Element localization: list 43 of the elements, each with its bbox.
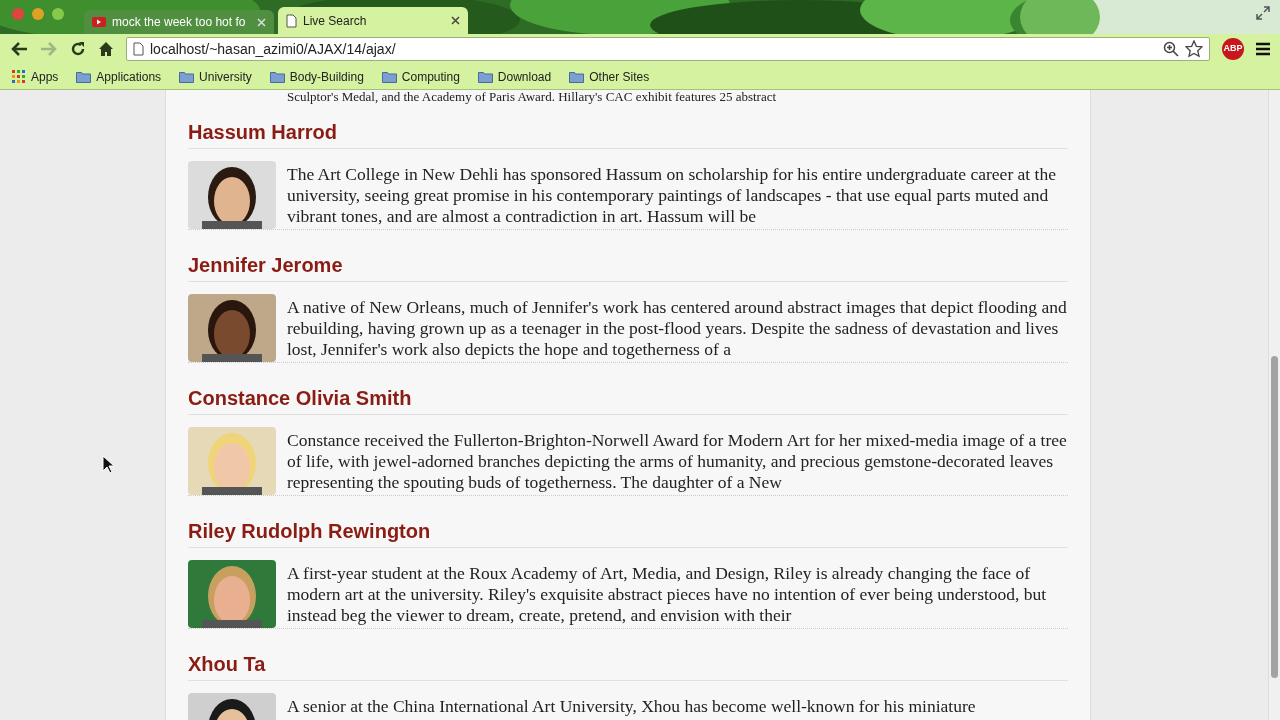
star-icon[interactable]	[1185, 40, 1203, 58]
folder-icon	[179, 70, 195, 83]
artist-name[interactable]: Constance Olivia Smith	[188, 386, 1068, 415]
artist-bio: Sculptor's Medal, and the Academy of Paris Award. Hillary's CAC exhibit features 25 abstract	[286, 90, 778, 104]
address-bar[interactable]: localhost/~hasan_azimi0/AJAX/14/ajax/	[126, 37, 1210, 61]
artist-name[interactable]: Jennifer Jerome	[188, 253, 1068, 282]
bookmark-item[interactable]: Download	[477, 67, 552, 86]
video-icon	[92, 17, 106, 27]
zoom-in-icon[interactable]	[1163, 41, 1179, 57]
artist-bio: A native of New Orleans, much of Jennifer's work has centered around abstract images that depict flooding and rebuilding, having grown up as a teenager in the post-flood years. Despite the sadness of devastation and lives lost, Jennifer's work also depicts the hope and togetherness of a	[287, 296, 1068, 361]
artist-bio: A senior at the China International Art University, Xhou has become well-known for his miniature	[287, 695, 977, 718]
browser-tab[interactable]: mock the week too hot fo	[84, 10, 274, 34]
artist-name[interactable]: Hassum Harrod	[188, 120, 1068, 149]
bookmark-item[interactable]: Computing	[381, 67, 460, 86]
folder-icon	[381, 70, 397, 83]
fullscreen-icon[interactable]	[1256, 6, 1270, 20]
close-icon[interactable]	[451, 16, 460, 25]
home-icon[interactable]	[98, 41, 114, 57]
bookmark-item[interactable]: Body-Building	[269, 67, 364, 86]
reload-icon[interactable]	[70, 41, 86, 57]
page-icon	[286, 13, 297, 28]
apps-grid-icon	[12, 69, 26, 84]
bookmark-item[interactable]: Applications	[76, 67, 162, 86]
mouse-cursor-icon	[102, 455, 115, 474]
folder-icon	[477, 70, 493, 83]
adblock-badge[interactable]: ABP	[1222, 38, 1244, 60]
bookmark-item[interactable]: Apps	[12, 67, 59, 86]
artist-name[interactable]: Riley Rudolph Rewington	[188, 519, 1068, 548]
url-text: localhost/~hasan_azimi0/AJAX/14/ajax/	[150, 39, 397, 59]
menu-icon[interactable]	[1256, 42, 1270, 56]
folder-icon	[76, 70, 92, 83]
browser-tab[interactable]: Live Search	[278, 7, 468, 34]
artist-name[interactable]: Xhou Ta	[188, 652, 1068, 681]
back-arrow-icon[interactable]	[10, 41, 28, 57]
artist-bio: A first-year student at the Roux Academy of Art, Media, and Design, Riley is already changing the face of modern art at the university. Riley's exquisite abstract pieces have no intention of ever being understood, but instead beg the viewer to dream, create, pretend, and envision with their	[287, 562, 1048, 627]
folder-icon	[569, 70, 585, 83]
bookmark-item[interactable]: Other Sites	[569, 67, 650, 86]
scrollbar-thumb[interactable]	[1271, 356, 1278, 678]
artist-bio: The Art College in New Dehli has sponsored Hassum on scholarship for his entire undergraduate career at the university, seeing great promise in his contemporary paintings of landscapes - that use equal parts muted and vibrant tones, and are almost a contradiction in art. Hassum will be	[287, 163, 1057, 228]
folder-icon	[269, 70, 285, 83]
page-icon	[133, 42, 144, 56]
artist-bio: Constance received the Fullerton-Brighton-Norwell Award for Modern Art for her mixed-media image of a tree of life, with jewel-adorned branches depicting the arms of humanity, and precious gemstone-decorated leaves representing the spouting buds of togetherness. The daughter of a New	[287, 429, 1068, 494]
bookmark-item[interactable]: University	[179, 67, 252, 86]
